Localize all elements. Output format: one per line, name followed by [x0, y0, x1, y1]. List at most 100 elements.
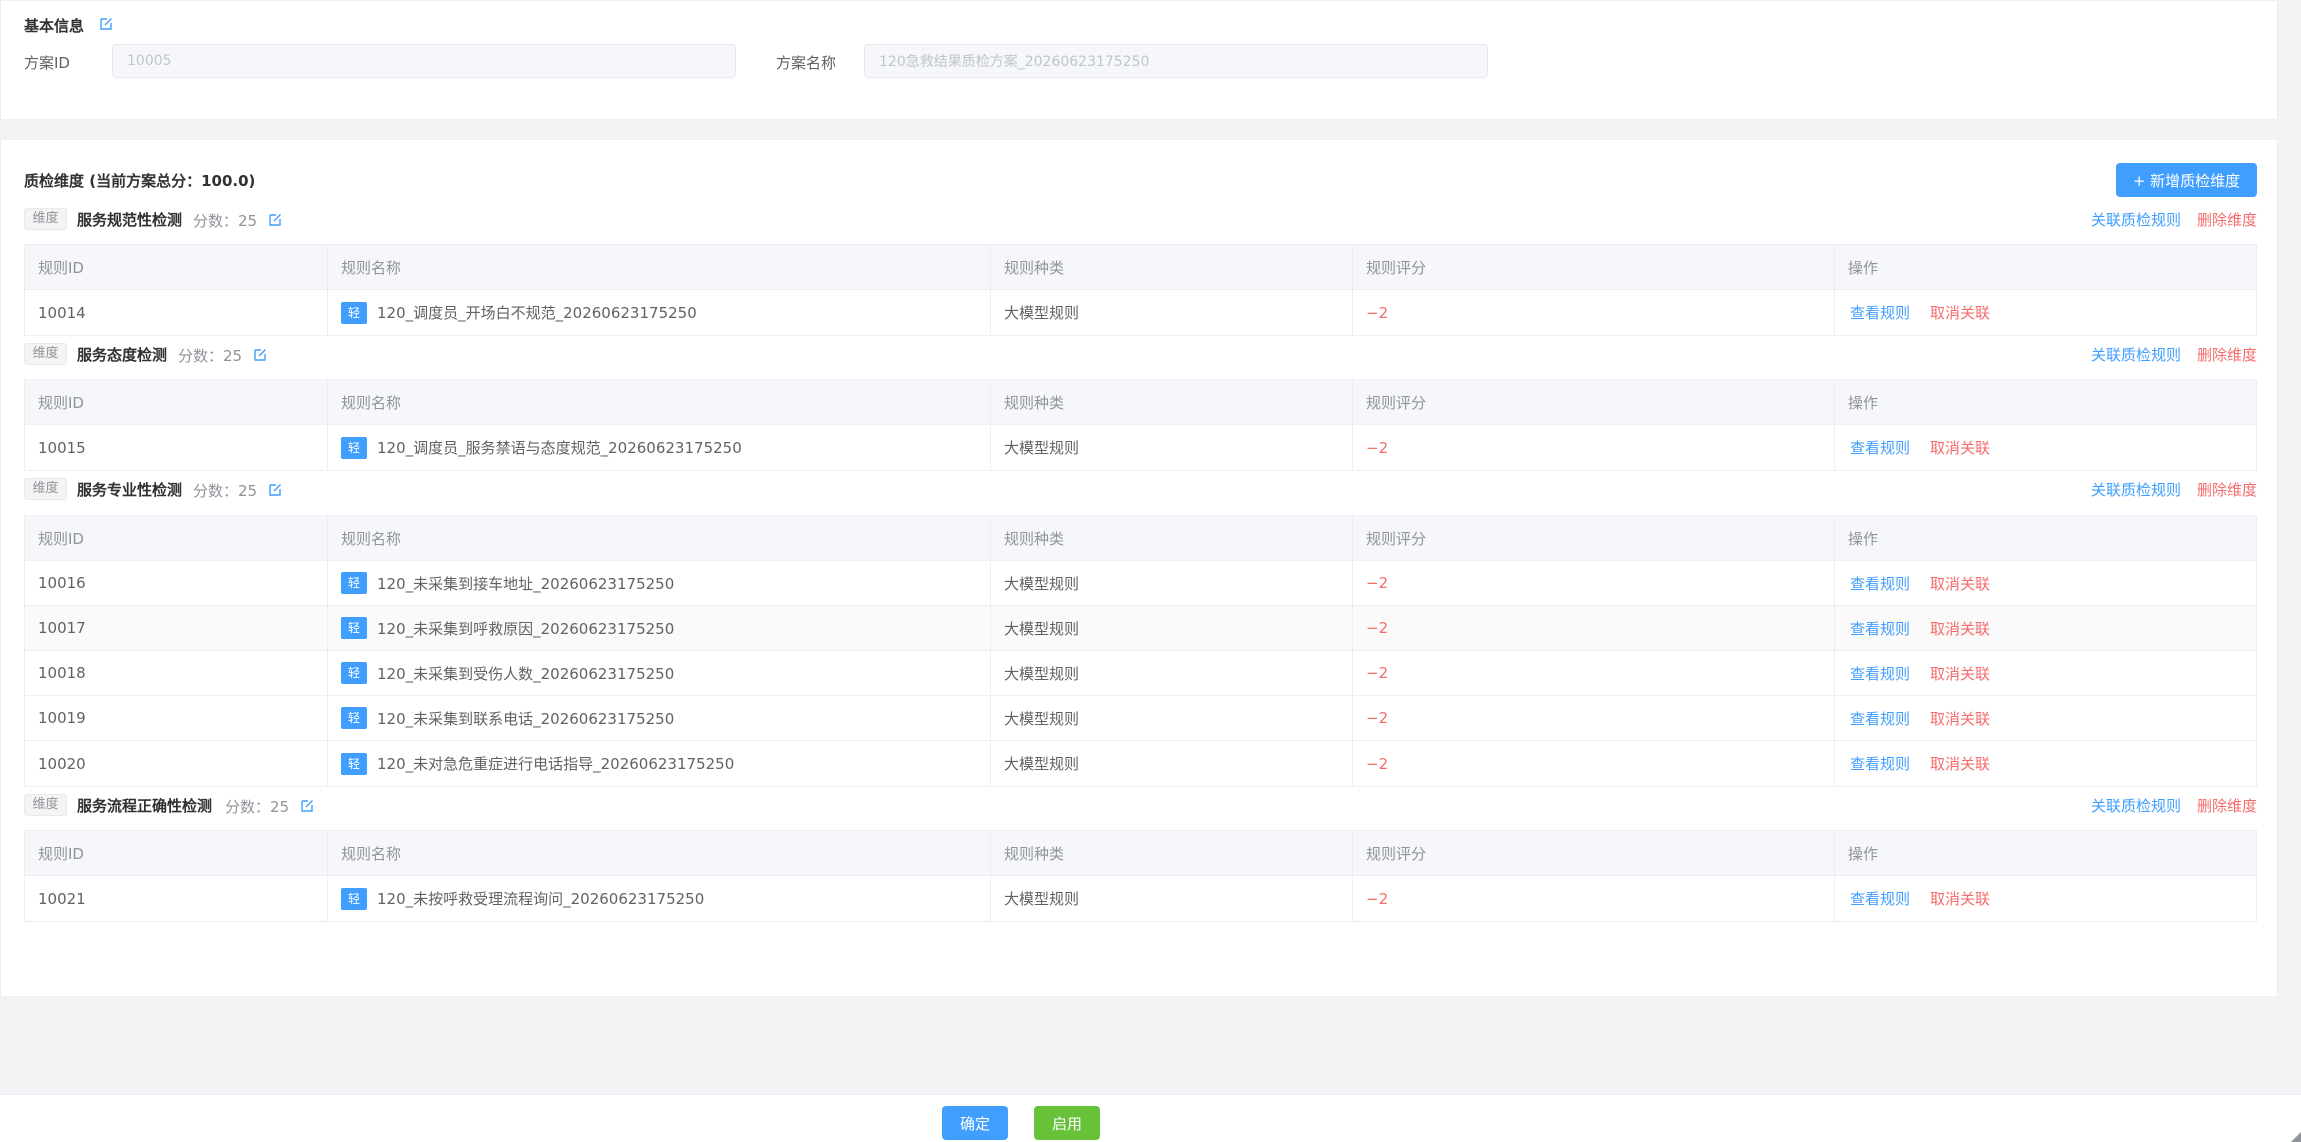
rule-actions: 查看规则 取消关联 [1835, 876, 2256, 921]
table-header: 规则ID 规则名称 规则种类 规则评分 操作 [25, 380, 2256, 425]
dimension-name: 服务流程正确性检测 [77, 797, 213, 815]
dimension-score: 分数：25 [193, 480, 283, 501]
scheme-name-field[interactable] [864, 44, 1488, 78]
table-header: 规则ID 规则名称 规则种类 规则评分 操作 [25, 831, 2256, 876]
link-rules-button[interactable]: 关联质检规则 [2091, 797, 2181, 815]
unlink-rule-button[interactable]: 取消关联 [1930, 708, 1990, 729]
view-rule-button[interactable]: 查看规则 [1850, 302, 1910, 323]
rule-id: 10014 [25, 290, 328, 335]
rule-name-cell: 轻 120_未采集到呼救原因_20260623175250 [328, 606, 991, 650]
dimension-tag: 维度 [24, 794, 67, 816]
edit-icon[interactable] [252, 347, 268, 363]
scheme-id-field[interactable] [112, 44, 736, 78]
unlink-rule-button[interactable]: 取消关联 [1930, 618, 1990, 639]
col-rule-id: 规则ID [25, 380, 328, 424]
col-actions: 操作 [1848, 393, 1879, 412]
unlink-rule-button[interactable]: 取消关联 [1930, 663, 1990, 684]
rule-score: −2 [1353, 606, 1835, 650]
dimension-name: 服务规范性检测 [77, 211, 183, 229]
enable-button[interactable]: 启用 [1034, 1106, 1100, 1140]
table-header: 规则ID 规则名称 规则种类 规则评分 操作 [25, 245, 2256, 290]
rule-actions: 查看规则 取消关联 [1835, 606, 2256, 650]
link-rules-button[interactable]: 关联质检规则 [2091, 481, 2181, 499]
rule-type: 大模型规则 [991, 425, 1353, 470]
delete-dimension-button[interactable]: 删除维度 [2197, 346, 2257, 364]
basic-info-title: 基本信息 [24, 17, 85, 35]
rule-id: 10017 [25, 606, 328, 650]
rule-id: 10021 [25, 876, 328, 921]
dimension-tag: 维度 [24, 343, 67, 365]
link-rules-button[interactable]: 关联质检规则 [2091, 346, 2181, 364]
unlink-rule-button[interactable]: 取消关联 [1930, 437, 1990, 458]
rule-name: 120_未采集到呼救原因_20260623175250 [377, 619, 675, 638]
col-rule-id: 规则ID [25, 516, 328, 560]
view-rule-button[interactable]: 查看规则 [1850, 618, 1910, 639]
unlink-rule-button[interactable]: 取消关联 [1930, 888, 1990, 909]
edit-icon[interactable] [267, 212, 283, 228]
rules-table: 规则ID 规则名称 规则种类 规则评分 操作 10015 轻 120_调度员_服务… [24, 379, 2257, 471]
rule-name: 120_未按呼救受理流程询问_20260623175250 [377, 890, 705, 908]
dimension-actions: 关联质检规则 删除维度 [2091, 209, 2257, 230]
view-rule-button[interactable]: 查看规则 [1850, 753, 1910, 774]
rule-name-cell: 轻 120_未对急危重症进行电话指导_20260623175250 [328, 741, 991, 786]
link-rules-button[interactable]: 关联质检规则 [2091, 211, 2181, 229]
rule-score: −2 [1353, 741, 1835, 786]
rule-score: −2 [1353, 290, 1835, 335]
delete-dimension-button[interactable]: 删除维度 [2197, 797, 2257, 815]
rule-actions: 查看规则 取消关联 [1835, 561, 2256, 605]
dimensions-card: 质检维度 (当前方案总分：100.0) + 新增质检维度 维度 服务规范性检测 … [0, 139, 2278, 997]
edit-icon[interactable] [267, 482, 283, 498]
table-row: 10018 轻 120_未采集到受伤人数_20260623175250 大模型规则… [25, 651, 2256, 696]
unlink-rule-button[interactable]: 取消关联 [1930, 753, 1990, 774]
rule-score: −2 [1353, 425, 1835, 470]
rule-id: 10016 [25, 561, 328, 605]
edit-icon[interactable] [98, 16, 114, 32]
unlink-rule-button[interactable]: 取消关联 [1930, 302, 1990, 323]
dimension-score: 分数：25 [193, 210, 283, 231]
rule-type: 大模型规则 [991, 876, 1353, 921]
col-rule-id: 规则ID [25, 245, 328, 289]
rule-id: 10019 [25, 696, 328, 740]
rule-type: 大模型规则 [991, 696, 1353, 740]
table-row: 10017 轻 120_未采集到呼救原因_20260623175250 大模型规则… [25, 606, 2256, 651]
dimension-actions: 关联质检规则 删除维度 [2091, 795, 2257, 816]
rule-type: 大模型规则 [991, 290, 1353, 335]
rule-type: 大模型规则 [991, 606, 1353, 650]
delete-dimension-button[interactable]: 删除维度 [2197, 481, 2257, 499]
unlink-rule-button[interactable]: 取消关联 [1930, 573, 1990, 594]
delete-dimension-button[interactable]: 删除维度 [2197, 211, 2257, 229]
confirm-button[interactable]: 确定 [942, 1106, 1008, 1140]
rule-name: 120_未采集到受伤人数_20260623175250 [377, 664, 675, 683]
rule-score: −2 [1353, 876, 1835, 921]
col-rule-name: 规则名称 [328, 380, 991, 424]
dimension-score: 分数：25 [178, 345, 268, 366]
rule-id: 10018 [25, 651, 328, 695]
rule-score: −2 [1353, 651, 1835, 695]
rule-actions: 查看规则 取消关联 [1835, 741, 2256, 786]
level-tag: 轻 [341, 572, 367, 594]
table-row: 10015 轻 120_调度员_服务禁语与态度规范_20260623175250 … [25, 425, 2256, 470]
view-rule-button[interactable]: 查看规则 [1850, 708, 1910, 729]
table-row: 10020 轻 120_未对急危重症进行电话指导_20260623175250 大… [25, 741, 2256, 786]
view-rule-button[interactable]: 查看规则 [1850, 437, 1910, 458]
add-dimension-button[interactable]: + 新增质检维度 [2116, 163, 2257, 197]
rule-name-cell: 轻 120_未采集到接车地址_20260623175250 [328, 561, 991, 605]
rule-name: 120_调度员_开场白不规范_20260623175250 [377, 304, 697, 322]
rule-type: 大模型规则 [991, 741, 1353, 786]
view-rule-button[interactable]: 查看规则 [1850, 888, 1910, 909]
rule-actions: 查看规则 取消关联 [1835, 651, 2256, 695]
table-header: 规则ID 规则名称 规则种类 规则评分 操作 [25, 516, 2256, 561]
col-rule-score: 规则评分 [1353, 380, 1835, 424]
view-rule-button[interactable]: 查看规则 [1850, 663, 1910, 684]
edit-icon[interactable] [299, 798, 315, 814]
col-rule-type: 规则种类 [991, 831, 1353, 875]
rule-score: −2 [1353, 696, 1835, 740]
dimension-header: 维度 服务规范性检测 分数：25 关联质检规则 删除维度 [24, 207, 2257, 231]
rules-table: 规则ID 规则名称 规则种类 规则评分 操作 10016 轻 120_未采集到接车… [24, 515, 2257, 787]
dimension-actions: 关联质检规则 删除维度 [2091, 479, 2257, 500]
rule-name-cell: 轻 120_未采集到联系电话_20260623175250 [328, 696, 991, 740]
table-row: 10016 轻 120_未采集到接车地址_20260623175250 大模型规则… [25, 561, 2256, 606]
scheme-name-label: 方案名称 [776, 54, 837, 72]
view-rule-button[interactable]: 查看规则 [1850, 573, 1910, 594]
level-tag: 轻 [341, 301, 367, 324]
